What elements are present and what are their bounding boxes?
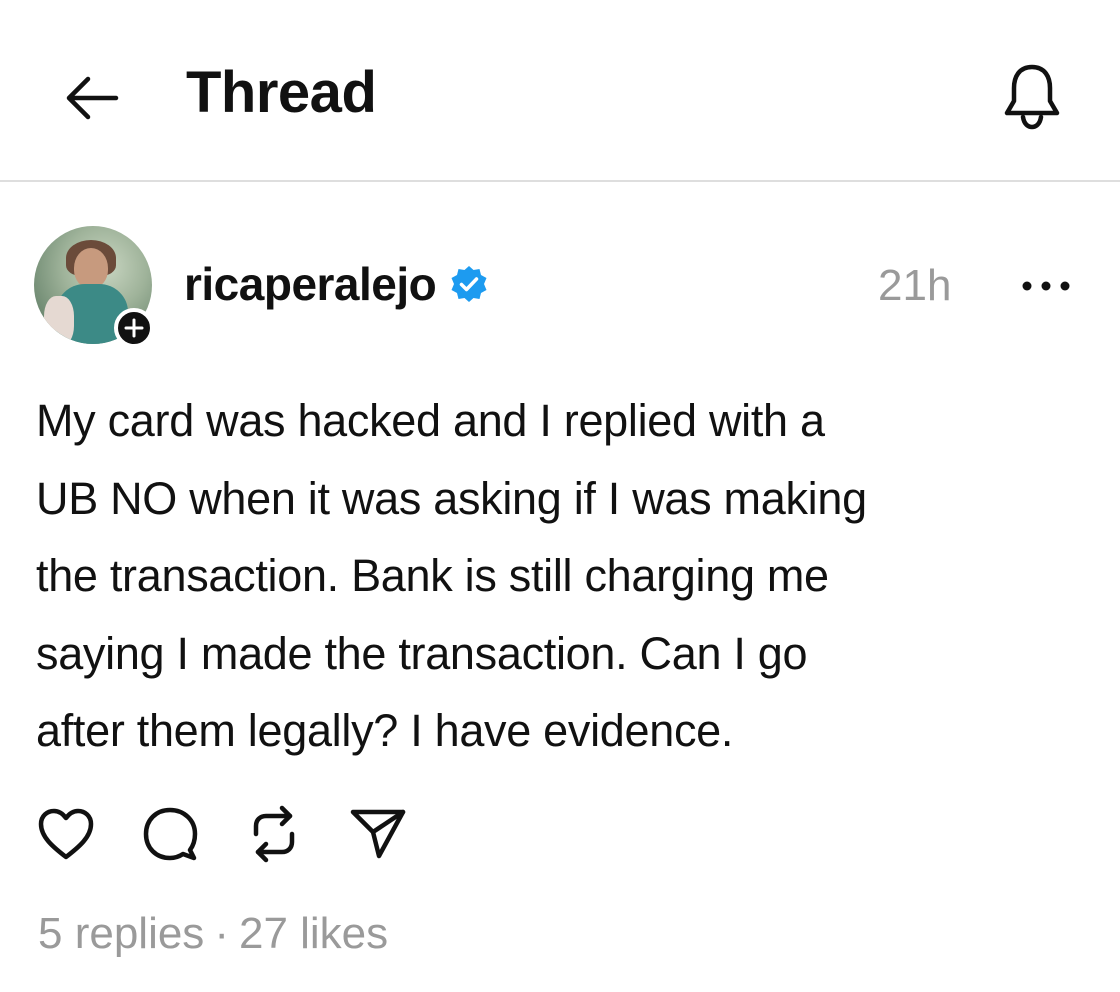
likes-count[interactable]: 27 likes bbox=[239, 904, 388, 964]
like-button[interactable] bbox=[34, 802, 98, 866]
post-stats: 5 replies · 27 likes bbox=[38, 904, 388, 964]
top-bar: Thread bbox=[0, 0, 1120, 182]
repost-button[interactable] bbox=[242, 802, 306, 866]
post-actions bbox=[34, 802, 450, 866]
more-options-button[interactable] bbox=[1016, 266, 1076, 306]
bell-icon bbox=[1004, 64, 1060, 130]
stats-separator: · bbox=[214, 909, 229, 958]
share-icon bbox=[350, 809, 406, 859]
username[interactable]: ricaperalejo bbox=[184, 257, 437, 311]
reply-button[interactable] bbox=[138, 802, 202, 866]
follow-button[interactable] bbox=[114, 308, 154, 348]
page-title: Thread bbox=[186, 60, 377, 125]
post-text-line: My card was hacked and I replied with a bbox=[36, 395, 825, 446]
comment-icon bbox=[143, 807, 198, 861]
post-text-line: the transaction. Bank is still charging … bbox=[36, 550, 829, 601]
share-button[interactable] bbox=[346, 802, 410, 866]
ellipsis-icon bbox=[1022, 281, 1070, 291]
replies-count[interactable]: 5 replies bbox=[38, 904, 204, 964]
repost-icon bbox=[253, 805, 295, 863]
verified-badge-icon bbox=[448, 263, 490, 305]
back-button[interactable] bbox=[60, 66, 124, 130]
author-row: ricaperalejo bbox=[184, 254, 490, 314]
author-avatar-group bbox=[34, 226, 156, 348]
post-text-line: after them legally? I have evidence. bbox=[36, 705, 734, 756]
heart-icon bbox=[38, 808, 94, 860]
post-text: My card was hacked and I replied with a … bbox=[36, 382, 1046, 770]
post-text-line: saying I made the transaction. Can I go bbox=[36, 627, 808, 679]
plus-icon bbox=[124, 318, 144, 338]
post-timestamp: 21h bbox=[878, 261, 952, 310]
arrow-left-icon bbox=[66, 76, 119, 120]
thread-screen: Thread ricaperalejo 21h My card was hack… bbox=[0, 0, 1120, 992]
post-text-line: UB NO when it was asking if I was making bbox=[36, 472, 867, 524]
notifications-button[interactable] bbox=[994, 58, 1070, 134]
